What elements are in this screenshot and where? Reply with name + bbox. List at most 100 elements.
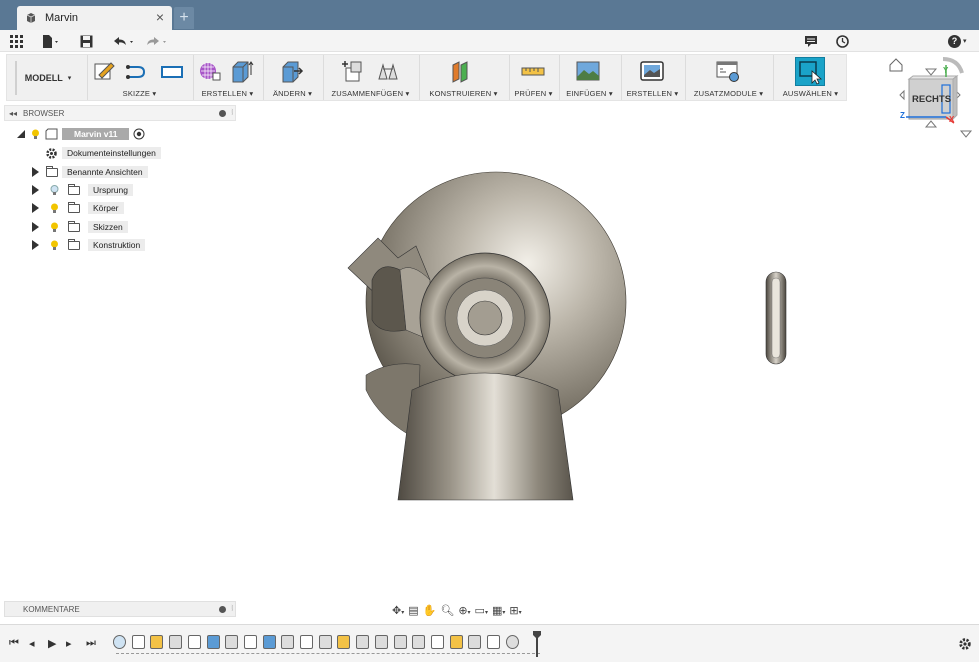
timeline-feature-icon[interactable]	[300, 635, 313, 649]
ribbon-group-label[interactable]: ERSTELLEN ▾	[622, 89, 683, 98]
press-pull-icon[interactable]	[280, 59, 304, 83]
sketch-line-arc-icon[interactable]	[124, 59, 148, 83]
pan-hand-icon[interactable]: ✋	[423, 604, 437, 617]
collapse-browser-icon[interactable]: ◂◂	[9, 109, 17, 118]
document-tab[interactable]: Marvin ×	[17, 6, 172, 30]
orbit-icon[interactable]: ✥▾	[392, 604, 404, 617]
help-icon[interactable]: ? ▾	[948, 33, 967, 49]
offset-plane-icon[interactable]	[450, 59, 474, 83]
browser-item-konstruktion[interactable]: Konstruktion	[32, 237, 146, 253]
visibility-bulb-icon[interactable]	[50, 222, 59, 233]
timeline-feature-icon[interactable]	[318, 635, 332, 649]
comments-resize-handle[interactable]: ⦚	[231, 604, 233, 614]
viewcube-arrow-up-icon[interactable]	[924, 68, 938, 76]
browser-item-dokumenteinstellungen[interactable]: Dokumenteinstellungen	[32, 145, 161, 161]
timeline-feature-icon[interactable]	[449, 635, 463, 649]
file-menu-icon[interactable]	[42, 33, 60, 49]
browser-root-row[interactable]: Marvin v11	[16, 126, 145, 142]
ribbon-group-label[interactable]: ÄNDERN ▾	[264, 89, 321, 98]
visibility-bulb-icon[interactable]	[50, 240, 59, 251]
grid-settings-icon[interactable]: ▦▾	[492, 604, 505, 617]
undo-icon[interactable]	[112, 33, 136, 49]
timeline-feature-icon[interactable]	[356, 635, 370, 649]
timeline-feature-icon[interactable]	[505, 635, 519, 649]
expand-arrow-icon[interactable]	[32, 222, 39, 232]
timeline-settings-gear-icon[interactable]	[958, 637, 972, 651]
home-view-icon[interactable]	[889, 58, 903, 72]
new-tab-button[interactable]: +	[174, 7, 194, 29]
sketch-rectangle-icon[interactable]	[160, 59, 184, 83]
save-icon[interactable]	[80, 33, 93, 49]
activate-component-icon[interactable]	[133, 128, 145, 140]
model-base-neck[interactable]	[397, 372, 574, 501]
timeline-next-icon[interactable]: ▸	[66, 637, 72, 650]
comments-toggle-icon[interactable]	[804, 33, 818, 49]
timeline-feature-icon[interactable]	[374, 635, 388, 649]
display-settings-icon[interactable]: ▭▾	[475, 604, 488, 617]
create-sketch-icon[interactable]	[93, 59, 117, 83]
browser-item-skizzen[interactable]: Skizzen	[32, 219, 128, 235]
timeline-previous-icon[interactable]: ◂	[29, 637, 35, 650]
model-eye-ring[interactable]	[419, 252, 551, 384]
timeline-first-icon[interactable]: ⏮	[9, 637, 19, 650]
timeline-feature-icon[interactable]	[430, 635, 444, 649]
expand-arrow-icon[interactable]	[32, 185, 39, 195]
insert-image-icon[interactable]	[576, 59, 600, 83]
timeline-feature-icon[interactable]	[468, 635, 482, 649]
collapse-arrow-icon[interactable]	[16, 129, 26, 139]
visibility-bulb-off-icon[interactable]	[50, 184, 59, 196]
model-side-wheel[interactable]	[765, 271, 787, 365]
workspace-switcher-button[interactable]: MODELL ▾	[15, 61, 79, 95]
timeline-feature-icon[interactable]	[225, 635, 239, 649]
ribbon-group-label[interactable]: SKIZZE ▾	[88, 89, 191, 98]
expand-arrow-icon[interactable]	[32, 167, 39, 177]
browser-panel-header[interactable]: ◂◂ BROWSER ⦚	[4, 105, 236, 121]
comments-add-icon[interactable]	[219, 606, 226, 613]
ribbon-group-label[interactable]: ERSTELLEN ▾	[194, 89, 261, 98]
scripts-addins-icon[interactable]	[716, 59, 740, 83]
visibility-bulb-icon[interactable]	[50, 203, 59, 214]
browser-resize-handle[interactable]: ⦚	[231, 108, 233, 118]
timeline-feature-icon[interactable]	[169, 635, 183, 649]
timeline-feature-icon[interactable]	[487, 635, 500, 649]
ribbon-group-label[interactable]: ZUSATZMODULE ▾	[686, 89, 771, 98]
visibility-bulb-icon[interactable]	[31, 129, 40, 140]
timeline-play-icon[interactable]: ▶	[48, 637, 56, 650]
joint-icon[interactable]	[376, 59, 400, 83]
viewcube-face-label[interactable]: RECHTS	[912, 94, 951, 105]
close-tab-icon[interactable]: ×	[156, 9, 164, 25]
ribbon-group-label[interactable]: AUSWÄHLEN ▾	[774, 89, 847, 98]
timeline-feature-icon[interactable]	[243, 635, 257, 649]
redo-icon[interactable]	[145, 33, 169, 49]
expand-arrow-icon[interactable]	[32, 203, 39, 213]
viewports-icon[interactable]: ⊞▾	[509, 604, 521, 617]
create-form-icon[interactable]	[198, 59, 222, 83]
browser-item-ursprung[interactable]: Ursprung	[32, 182, 133, 198]
expand-arrow-icon[interactable]	[32, 148, 39, 158]
ribbon-group-label[interactable]: KONSTRUIEREN ▾	[420, 89, 507, 98]
timeline-feature-icon[interactable]	[131, 635, 145, 649]
timeline-feature-icon[interactable]	[150, 635, 164, 649]
viewcube-arrow-left-icon[interactable]	[899, 89, 905, 101]
timeline-feature-icon[interactable]	[113, 635, 126, 649]
3d-viewport[interactable]	[240, 120, 975, 600]
timeline-feature-icon[interactable]	[393, 635, 407, 649]
timeline-marker-icon[interactable]	[532, 631, 542, 657]
measure-icon[interactable]	[521, 59, 545, 83]
browser-pin-icon[interactable]	[219, 110, 226, 117]
ribbon-group-label[interactable]: PRÜFEN ▾	[510, 89, 557, 98]
zoom-icon[interactable]: 🔍︎	[440, 604, 454, 617]
timeline-feature-icon[interactable]	[412, 635, 426, 649]
fit-zoom-icon[interactable]: ⊕▾	[458, 604, 470, 617]
select-tool-icon[interactable]	[795, 57, 825, 86]
comments-panel-header[interactable]: KOMMENTARE ⦚	[4, 601, 236, 617]
browser-item-benannte-ansichten[interactable]: Benannte Ansichten	[32, 164, 148, 180]
browser-item-koerper[interactable]: Körper	[32, 200, 124, 216]
timeline-feature-icon[interactable]	[281, 635, 295, 649]
timeline-feature-icon[interactable]	[187, 635, 201, 649]
extrude-icon[interactable]	[230, 59, 254, 83]
timeline-feature-icon[interactable]	[337, 635, 351, 649]
job-status-clock-icon[interactable]	[836, 33, 849, 49]
look-at-icon[interactable]: ▤	[408, 604, 418, 617]
root-component-label[interactable]: Marvin v11	[62, 128, 130, 140]
